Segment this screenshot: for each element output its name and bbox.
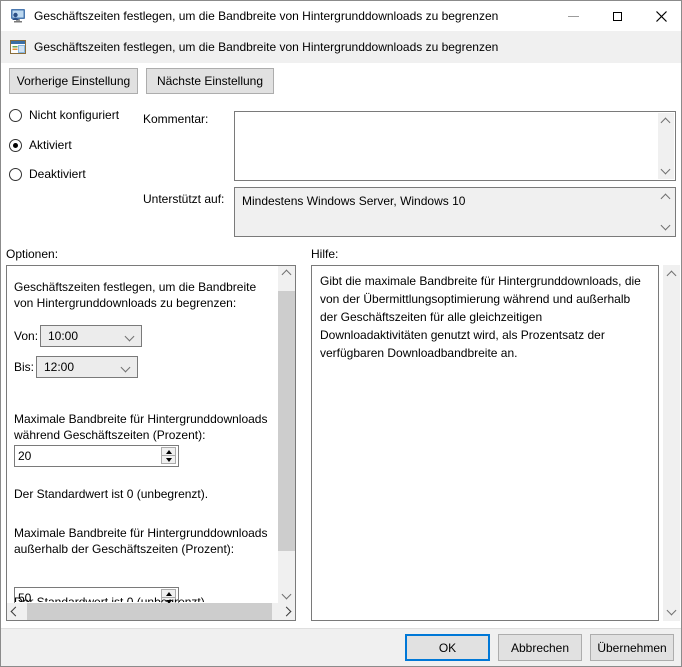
help-label: Hilfe:: [311, 247, 339, 261]
scroll-down-button[interactable]: [278, 586, 295, 603]
during-default-note: Der Standardwert ist 0 (unbegrenzt).: [14, 487, 209, 501]
next-setting-button[interactable]: Nächste Einstellung: [146, 68, 274, 94]
chevron-up-icon: [660, 117, 671, 128]
radio-row-disabled: Deaktiviert: [9, 167, 86, 181]
chevron-down-icon: [281, 589, 292, 600]
policy-setting-dialog: Geschäftszeiten festlegen, um die Bandbr…: [0, 0, 682, 667]
chevron-down-icon: [124, 331, 135, 341]
options-vertical-scrollbar[interactable]: [278, 266, 295, 603]
options-description: Geschäftszeiten festlegen, um die Bandbr…: [14, 280, 257, 310]
radio-row-not-configured: Nicht konfiguriert: [9, 108, 119, 122]
help-panel: Gibt die maximale Bandbreite für Hinterg…: [311, 265, 659, 621]
supported-on-scrollbar[interactable]: [658, 189, 674, 235]
previous-setting-label: Vorherige Einstellung: [16, 74, 131, 88]
from-label: Von:: [14, 329, 39, 343]
chevron-down-icon: [120, 362, 131, 372]
help-scrollbar[interactable]: [663, 265, 680, 621]
comment-scrollbar[interactable]: [658, 113, 674, 179]
chevron-up-icon: [660, 193, 671, 204]
disabled-label: Deaktiviert: [29, 167, 86, 181]
maximize-icon: [612, 11, 622, 21]
scroll-left-button[interactable]: [7, 603, 24, 620]
ok-label: OK: [438, 640, 457, 655]
to-time-value: 12:00: [44, 360, 75, 374]
radio-row-enabled: Aktiviert: [9, 138, 72, 152]
options-horizontal-scrollbar[interactable]: [7, 603, 295, 620]
during-percent-input[interactable]: [15, 446, 155, 466]
cancel-label: Abbrechen: [510, 640, 570, 655]
next-setting-label: Nächste Einstellung: [156, 74, 264, 88]
supported-on-box: Mindestens Windows Server, Windows 10: [234, 187, 676, 237]
apply-button[interactable]: Übernehmen: [590, 634, 674, 661]
chevron-down-icon: [660, 164, 671, 175]
during-percent-spinner: [14, 445, 179, 467]
options-label: Optionen:: [6, 247, 59, 261]
apply-label: Übernehmen: [597, 640, 667, 655]
to-time-select[interactable]: 12:00: [36, 356, 138, 378]
close-button[interactable]: [639, 1, 681, 31]
enabled-label: Aktiviert: [29, 138, 72, 152]
to-label: Bis:: [14, 360, 35, 374]
close-icon: [655, 10, 667, 22]
chevron-up-icon: [281, 269, 292, 280]
group-policy-app-icon: [11, 9, 25, 23]
minimize-button[interactable]: [551, 1, 595, 31]
previous-setting-button[interactable]: Vorherige Einstellung: [9, 68, 138, 94]
maximize-button[interactable]: [595, 1, 639, 31]
options-panel: Geschäftszeiten festlegen, um die Bandbr…: [6, 265, 296, 621]
chevron-down-icon: [660, 220, 671, 231]
chevron-left-icon: [10, 606, 21, 617]
spin-down-icon: [165, 457, 172, 462]
minimize-icon: [567, 15, 579, 17]
comment-textarea[interactable]: [234, 111, 676, 181]
window-title: Geschäftszeiten festlegen, um die Bandbr…: [34, 9, 499, 23]
chevron-up-icon: [666, 270, 677, 281]
during-percent-spin-buttons: [161, 447, 176, 465]
cancel-button[interactable]: Abbrechen: [498, 634, 582, 661]
scrollbar-thumb[interactable]: [27, 603, 272, 620]
scroll-right-button[interactable]: [278, 603, 295, 620]
outside-default-note-clipped: Der Standardwert ist 0 (unbegrenzt).: [14, 595, 209, 602]
not-configured-label: Nicht konfiguriert: [29, 108, 120, 122]
not-configured-radio[interactable]: [9, 108, 22, 122]
during-hours-label: Maximale Bandbreite für Hintergrunddownl…: [14, 412, 268, 442]
disabled-radio[interactable]: [9, 167, 22, 181]
supported-on-value: Mindestens Windows Server, Windows 10: [242, 194, 466, 208]
chevron-down-icon: [666, 605, 677, 616]
comment-label: Kommentar:: [143, 112, 209, 126]
help-text: Gibt die maximale Bandbreite für Hinterg…: [320, 274, 641, 360]
from-time-select[interactable]: 10:00: [40, 325, 142, 347]
ok-button[interactable]: OK: [405, 634, 490, 661]
from-time-value: 10:00: [48, 329, 79, 343]
supported-on-label: Unterstützt auf:: [143, 192, 225, 206]
policy-setting-icon: [10, 40, 26, 54]
scrollbar-thumb[interactable]: [278, 291, 295, 551]
spin-up-icon: [165, 449, 172, 454]
scroll-up-button[interactable]: [278, 266, 295, 283]
policy-header: Geschäftszeiten festlegen, um die Bandbr…: [1, 31, 681, 63]
chevron-right-icon: [281, 606, 292, 617]
policy-header-title: Geschäftszeiten festlegen, um die Bandbr…: [34, 40, 499, 54]
outside-hours-label: Maximale Bandbreite für Hintergrunddownl…: [14, 526, 268, 556]
enabled-radio[interactable]: [9, 138, 22, 152]
spin-down-button[interactable]: [161, 455, 176, 464]
